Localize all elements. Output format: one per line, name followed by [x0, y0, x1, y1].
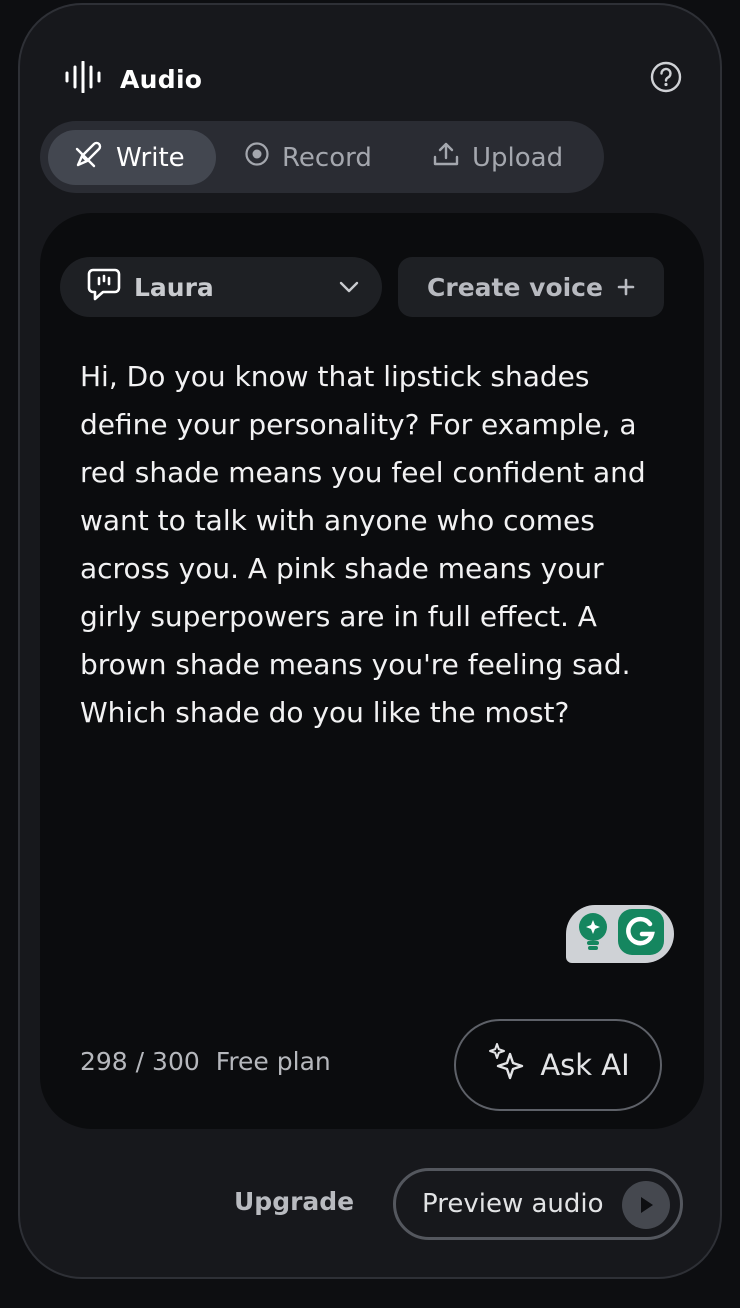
record-icon	[244, 141, 270, 174]
create-voice-button[interactable]: Create voice	[398, 257, 664, 317]
mode-tabs: Write Record Upload	[40, 121, 604, 193]
tab-label: Upload	[472, 142, 564, 173]
preview-audio-label: Preview audio	[422, 1189, 604, 1219]
speech-bubble-icon	[86, 267, 122, 307]
character-counter: 298 / 300 Free plan	[80, 1047, 331, 1076]
tab-label: Write	[116, 142, 185, 173]
tab-record[interactable]: Record	[244, 130, 372, 185]
plus-icon	[617, 273, 635, 302]
audio-panel: Audio Write Record Upload Laura Create v…	[18, 3, 722, 1279]
grammarly-g-icon	[618, 909, 664, 959]
lightbulb-icon	[576, 912, 610, 956]
sparkle-icon	[486, 1040, 530, 1091]
audio-wave-icon	[64, 60, 102, 97]
script-textarea[interactable]: Hi, Do you know that lipstick shades def…	[80, 353, 664, 737]
voice-dropdown[interactable]: Laura	[60, 257, 382, 317]
grammarly-widget[interactable]	[566, 905, 674, 963]
tab-write[interactable]: Write	[48, 130, 216, 185]
preview-audio-button[interactable]: Preview audio	[393, 1168, 683, 1240]
plan-label: Free plan	[215, 1047, 331, 1076]
panel-title: Audio	[120, 64, 203, 94]
voice-name: Laura	[134, 272, 214, 302]
char-count: 298 / 300	[80, 1047, 200, 1076]
panel-header: Audio	[64, 60, 203, 97]
help-circle-icon[interactable]	[650, 61, 682, 93]
script-card: Laura Create voice Hi, Do you know that …	[40, 213, 704, 1129]
upload-icon	[432, 140, 460, 175]
tab-label: Record	[282, 142, 372, 173]
chevron-down-icon	[338, 276, 360, 302]
ask-ai-label: Ask AI	[540, 1048, 630, 1082]
create-voice-label: Create voice	[427, 272, 603, 302]
upgrade-link[interactable]: Upgrade	[234, 1187, 354, 1216]
pen-icon	[74, 139, 104, 176]
tab-upload[interactable]: Upload	[432, 130, 563, 185]
ask-ai-button[interactable]: Ask AI	[454, 1019, 662, 1111]
play-icon	[622, 1181, 670, 1229]
